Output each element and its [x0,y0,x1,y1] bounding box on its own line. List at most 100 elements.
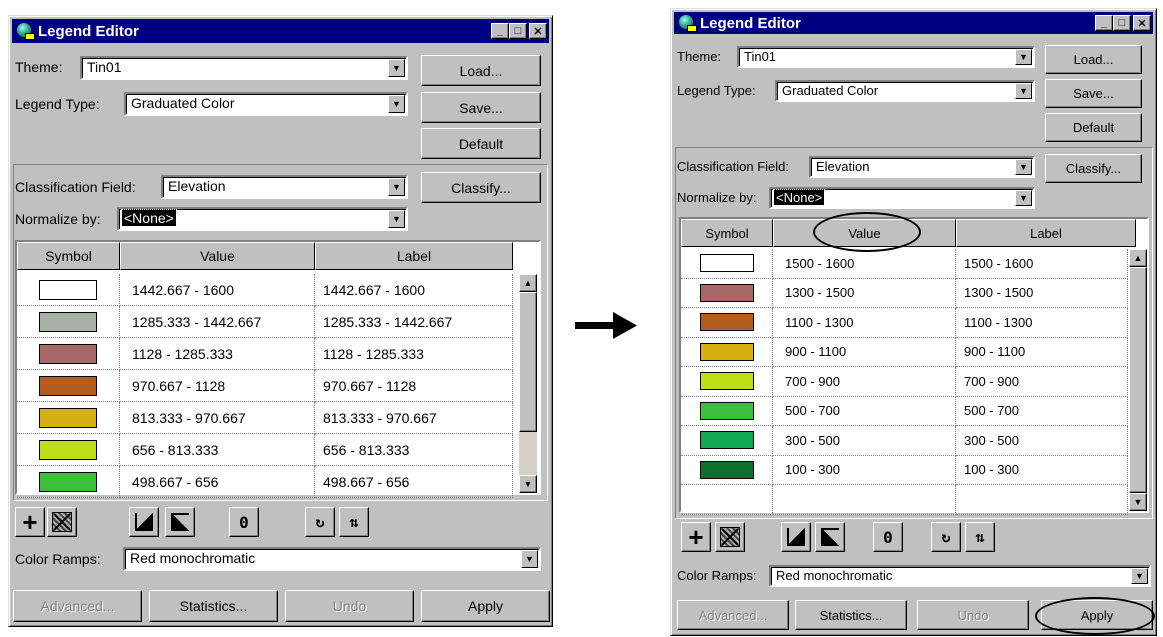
symbol-cell[interactable] [681,367,773,397]
column-header-label[interactable]: Label [956,219,1136,247]
symbol-cell[interactable] [17,274,120,306]
color-swatch[interactable] [39,375,97,396]
statistics-button[interactable]: Statistics... [795,600,907,630]
label-cell[interactable]: 1128 - 1285.333 [315,338,513,370]
chevron-down-icon[interactable]: ▼ [388,178,405,196]
advanced-button[interactable]: Advanced... [677,600,789,630]
value-cell[interactable]: 700 - 900 [773,367,956,397]
scroll-thumb[interactable] [519,292,537,432]
symbol-cell[interactable] [681,308,773,338]
value-cell[interactable]: 900 - 1100 [773,337,956,367]
statistics-button[interactable]: Statistics... [149,590,278,622]
chevron-down-icon[interactable]: ▼ [1015,190,1032,206]
table-row[interactable]: 300 - 500 300 - 500 [681,426,1128,456]
table-row[interactable] [681,485,1128,515]
chevron-down-icon[interactable]: ▼ [1015,49,1032,65]
legend-table[interactable]: Symbol Value Label 1442.667 - 1600 1442.6… [15,240,541,498]
close-icon[interactable]: ✕ [529,23,547,39]
color-swatch[interactable] [39,343,97,364]
table-row[interactable]: 498.667 - 656 498.667 - 656 [17,466,513,498]
column-header-label[interactable]: Label [315,242,513,270]
value-cell[interactable]: 1442.667 - 1600 [120,274,315,306]
table-row[interactable]: 1128 - 1285.333 1128 - 1285.333 [17,338,513,370]
load-button[interactable]: Load... [1045,45,1142,74]
symbol-cell[interactable] [17,466,120,498]
minimize-icon[interactable]: _ [1095,15,1113,31]
minimize-icon[interactable]: _ [491,23,509,39]
value-cell[interactable]: 1128 - 1285.333 [120,338,315,370]
value-cell[interactable]: 1300 - 1500 [773,278,956,308]
label-cell[interactable]: 813.333 - 970.667 [315,402,513,434]
empty-cell[interactable] [681,485,773,515]
null-value-button[interactable]: 0 [229,507,259,537]
delete-class-button[interactable] [715,522,745,552]
classification-field-select[interactable]: Elevation ▼ [161,175,408,199]
classify-button[interactable]: Classify... [1045,154,1142,183]
normalize-select[interactable]: <None> ▼ [117,207,408,231]
color-swatch[interactable] [699,372,754,391]
value-cell[interactable]: 300 - 500 [773,426,956,456]
symbol-cell[interactable] [681,278,773,308]
value-cell[interactable]: 1285.333 - 1442.667 [120,306,315,338]
color-swatch[interactable] [699,313,754,332]
save-button[interactable]: Save... [1045,79,1142,108]
scroll-down-icon[interactable]: ▼ [1129,493,1147,511]
color-swatch[interactable] [39,407,97,428]
value-cell[interactable]: 1500 - 1600 [773,249,956,279]
label-cell[interactable]: 700 - 900 [956,367,1128,397]
theme-select[interactable]: Tin01 ▼ [80,56,408,80]
chevron-down-icon[interactable]: ▼ [388,210,405,228]
close-icon[interactable]: ✕ [1133,15,1151,31]
flip-symbols-button[interactable]: ↻ [305,507,335,537]
label-cell[interactable]: 300 - 500 [956,426,1128,456]
label-cell[interactable]: 100 - 300 [956,455,1128,485]
value-cell[interactable]: 813.333 - 970.667 [120,402,315,434]
sort-descending-button[interactable] [815,522,845,552]
symbol-cell[interactable] [17,306,120,338]
undo-button[interactable]: Undo [285,590,414,622]
label-cell[interactable]: 656 - 813.333 [315,434,513,466]
table-scrollbar[interactable]: ▲ ▼ [1129,249,1147,511]
chevron-down-icon[interactable]: ▼ [1015,83,1032,99]
table-row[interactable]: 656 - 813.333 656 - 813.333 [17,434,513,466]
value-cell[interactable]: 498.667 - 656 [120,466,315,498]
symbol-cell[interactable] [681,455,773,485]
normalize-select[interactable]: <None> ▼ [769,187,1035,209]
advanced-button[interactable]: Advanced... [13,590,142,622]
color-swatch[interactable] [699,254,754,273]
add-class-button[interactable]: + [15,507,45,537]
table-row[interactable]: 1100 - 1300 1100 - 1300 [681,308,1128,338]
classification-field-select[interactable]: Elevation ▼ [809,156,1035,178]
column-header-value[interactable]: Value [120,242,315,270]
table-row[interactable]: 1442.667 - 1600 1442.667 - 1600 [17,274,513,306]
label-cell[interactable]: 1100 - 1300 [956,308,1128,338]
table-row[interactable]: 500 - 700 500 - 700 [681,396,1128,426]
theme-select[interactable]: Tin01 ▼ [737,46,1035,68]
default-button[interactable]: Default [421,128,541,159]
table-row[interactable]: 1300 - 1500 1300 - 1500 [681,278,1128,308]
table-row[interactable]: 100 - 300 100 - 300 [681,455,1128,485]
apply-button[interactable]: Apply [421,590,550,622]
value-cell[interactable]: 500 - 700 [773,396,956,426]
color-swatch[interactable] [699,283,754,302]
reverse-order-button[interactable]: ⇅ [965,522,995,552]
flip-symbols-button[interactable]: ↻ [931,522,961,552]
color-swatch[interactable] [39,439,97,460]
table-row[interactable]: 900 - 1100 900 - 1100 [681,337,1128,367]
maximize-icon[interactable]: □ [1113,15,1131,31]
table-row[interactable]: 813.333 - 970.667 813.333 - 970.667 [17,402,513,434]
label-cell[interactable]: 900 - 1100 [956,337,1128,367]
scroll-thumb[interactable] [1129,267,1147,493]
null-value-button[interactable]: 0 [873,522,903,552]
column-header-symbol[interactable]: Symbol [681,219,773,247]
color-swatch[interactable] [699,460,754,479]
table-row[interactable]: 1285.333 - 1442.667 1285.333 - 1442.667 [17,306,513,338]
delete-class-button[interactable] [47,507,77,537]
color-swatch[interactable] [699,401,754,420]
chevron-down-icon[interactable]: ▼ [388,95,405,113]
sort-ascending-button[interactable] [129,507,159,537]
color-ramps-select[interactable]: Red monochromatic ▼ [769,565,1151,587]
symbol-cell[interactable] [17,434,120,466]
scroll-up-icon[interactable]: ▲ [1129,249,1147,267]
add-class-button[interactable]: + [681,522,711,552]
